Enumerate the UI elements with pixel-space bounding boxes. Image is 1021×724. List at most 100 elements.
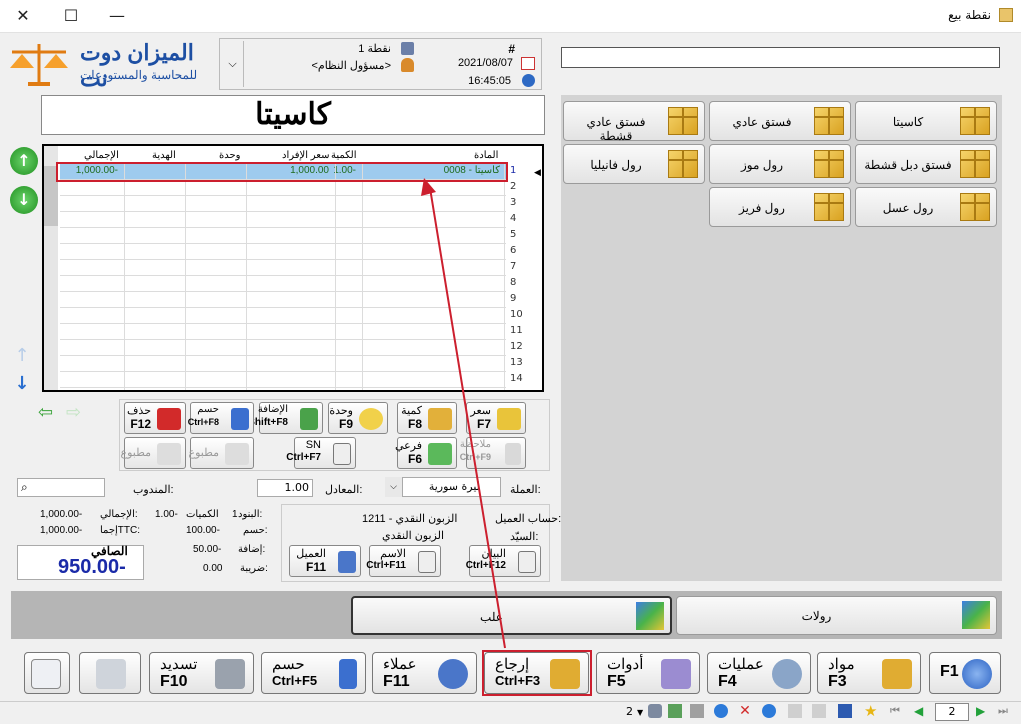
discount-button[interactable]: حسم Ctrl+F5 (261, 652, 366, 694)
scale-logo-icon (6, 40, 72, 88)
last-page-icon[interactable]: ⏭ (998, 704, 1012, 718)
move-up-icon[interactable]: ↑ (10, 147, 38, 175)
gear-icon (772, 659, 802, 689)
box-icon (960, 150, 990, 178)
user-name: <مسؤول النظام> (311, 60, 391, 72)
close-button[interactable]: ✕ (0, 0, 46, 32)
product-button[interactable]: رول عسل (855, 187, 997, 227)
group-rolls-button[interactable]: رولات (676, 596, 997, 635)
unit-button[interactable]: وحدة F9 (328, 402, 388, 434)
cancel-icon[interactable]: ✕ (738, 704, 752, 718)
copy-icon[interactable] (812, 704, 826, 718)
next-page-icon[interactable]: ▶ (976, 704, 990, 718)
serial-doc-icon (333, 443, 351, 465)
id-card-icon (418, 551, 436, 573)
next-arrow-icon[interactable]: ⇨ (66, 404, 88, 422)
table-row[interactable] (60, 356, 506, 372)
rate-input[interactable]: 1.00 (257, 479, 313, 497)
price-button[interactable]: سعر F7 (466, 402, 526, 434)
selected-row-highlight (56, 162, 508, 182)
prev-arrow-icon[interactable]: ⇦ (38, 404, 60, 422)
mr-label: السيّد: (510, 531, 539, 543)
first-page-icon[interactable]: ⏮ (890, 704, 904, 718)
product-button[interactable]: رول موز (709, 144, 851, 184)
net-value: 950.00- (58, 556, 126, 578)
refresh-icon[interactable] (714, 704, 728, 718)
maximize-button[interactable]: ☐ (48, 0, 94, 32)
add-charge-button[interactable]: الإضافة Shift+F8 (248, 402, 323, 434)
scroll-up-arrow-icon[interactable]: ↑ (12, 345, 32, 366)
product-button[interactable]: رول فريز (709, 187, 851, 227)
ttc-label: إجماTTC: (100, 525, 141, 536)
product-label: رول فانيليا (590, 158, 642, 172)
printed-button-1[interactable]: مطبوع (121, 437, 186, 469)
col-item: المادة (474, 150, 499, 161)
name-button[interactable]: الاسم Ctrl+F11 (366, 545, 441, 577)
delete-button[interactable]: حذف F12 (124, 402, 186, 434)
filter-icon[interactable] (690, 704, 704, 718)
rep-input[interactable]: ⌕ (17, 478, 105, 497)
minimize-button[interactable]: — (94, 0, 140, 32)
save-icon[interactable] (838, 704, 852, 718)
pay-button[interactable]: تسديد F10 (149, 652, 254, 694)
clients-button[interactable]: عملاء F11 (372, 652, 477, 694)
search-input[interactable] (561, 47, 1000, 68)
drawer-button[interactable] (24, 652, 70, 694)
table-row[interactable] (60, 180, 506, 196)
operations-button[interactable]: عمليات F4 (707, 652, 811, 694)
table-row[interactable] (60, 308, 506, 324)
product-button[interactable]: كاسيتا (855, 101, 997, 141)
row-number: 8 (510, 277, 517, 288)
check-icon (225, 443, 249, 465)
pos-name: نقطة 1 (358, 43, 391, 55)
qtys-value: 1.00- (155, 509, 178, 520)
table-row[interactable] (60, 372, 506, 388)
discount-icon (231, 408, 249, 430)
sn-button[interactable]: SN Ctrl+F7 (286, 437, 356, 469)
table-row[interactable] (60, 244, 506, 260)
note-button[interactable]: ملاحظة Ctrl+F9 (460, 437, 526, 469)
table-row[interactable] (60, 212, 506, 228)
delete-x-icon (157, 408, 181, 430)
scroll-down-arrow-icon[interactable]: ↓ (12, 373, 32, 394)
tax-value: 0.00 (203, 563, 223, 574)
qty-button[interactable]: كمية F8 (397, 402, 457, 434)
sub-items-icon (428, 443, 452, 465)
table-row[interactable] (60, 196, 506, 212)
printed-button-2[interactable]: مطبوع (189, 437, 254, 469)
help-button[interactable]: F1 (929, 652, 1001, 694)
product-button[interactable]: فستق عادي قشطة (563, 101, 705, 143)
star-icon[interactable]: ★ (864, 704, 878, 719)
prev-page-icon[interactable]: ◀ (914, 704, 928, 718)
product-button[interactable]: رول فانيليا (563, 144, 705, 184)
status-dropdown-icon[interactable]: ▼ (637, 708, 643, 717)
group-cones-button[interactable]: علب (351, 596, 672, 635)
col-total: الإجمالي (84, 150, 119, 161)
sort-icon[interactable] (668, 704, 682, 718)
page-input[interactable]: 2 (935, 703, 969, 721)
account-label: حساب العميل: (495, 513, 562, 525)
row-number: 5 (510, 229, 517, 240)
product-button[interactable]: فستق دبل قشطة (855, 144, 997, 184)
table-row[interactable] (60, 292, 506, 308)
pin-icon[interactable] (648, 704, 662, 718)
table-row[interactable] (60, 340, 506, 356)
chevron-down-icon[interactable]: ⌵ (222, 41, 244, 87)
paste-icon[interactable] (788, 704, 802, 718)
print-button[interactable] (79, 652, 141, 694)
table-row[interactable] (60, 276, 506, 292)
tools-button[interactable]: أدوات F5 (596, 652, 700, 694)
line-discount-button[interactable]: حسم Ctrl+F8 (188, 402, 254, 434)
product-button[interactable]: فستق عادي (709, 101, 851, 141)
currency-dropdown-icon[interactable]: ⌵ (385, 477, 403, 497)
move-down-icon[interactable]: ↓ (10, 186, 38, 214)
table-row[interactable] (60, 324, 506, 340)
items-button[interactable]: مواد F3 (817, 652, 921, 694)
row-number: 13 (510, 357, 523, 368)
table-row[interactable] (60, 260, 506, 276)
sub-button[interactable]: فرعي F6 (395, 437, 457, 469)
undo-icon[interactable] (762, 704, 776, 718)
statement-button[interactable]: البيان Ctrl+F12 (466, 545, 541, 577)
customer-button[interactable]: العميل F11 (289, 545, 361, 577)
table-row[interactable] (60, 228, 506, 244)
